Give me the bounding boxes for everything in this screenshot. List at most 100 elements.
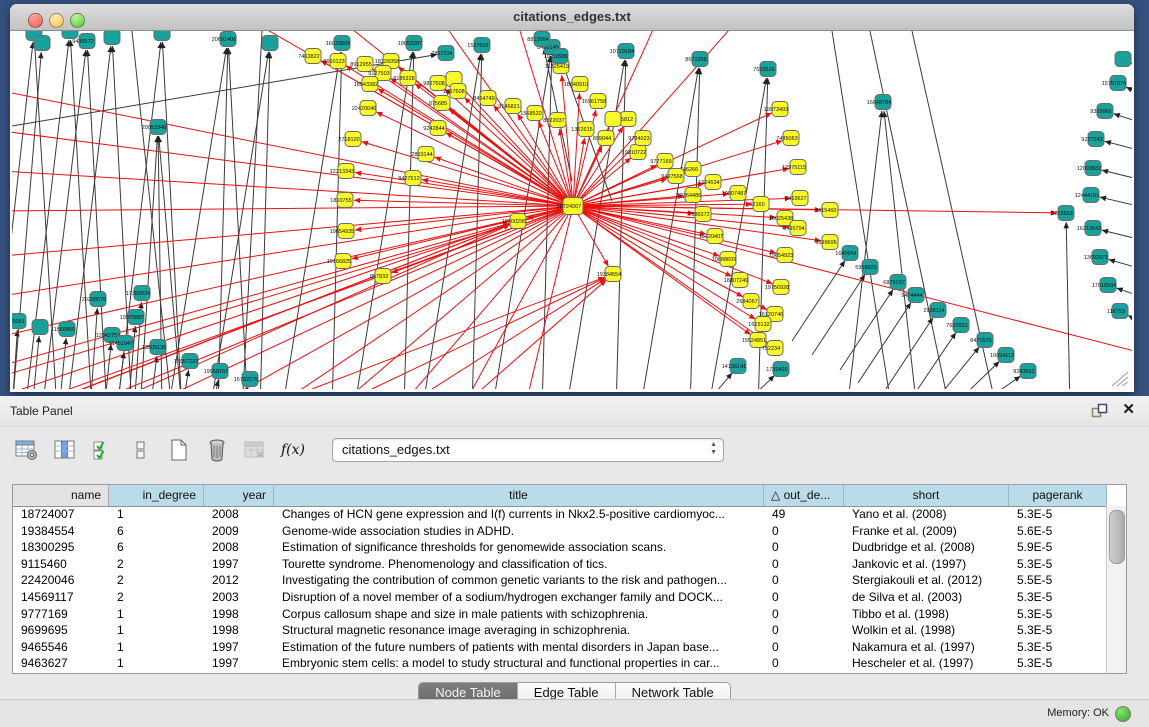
table-cell[interactable]: Hescheler et al. (1997) [844,655,1009,672]
table-cell[interactable]: 0 [764,589,844,606]
graph-node-teal[interactable] [104,31,120,45]
table-cell[interactable]: 5.3E-5 [1009,639,1107,656]
table-row[interactable]: 911546021997Tourette syndrome. Phenomeno… [13,556,1107,573]
table-cell[interactable]: 22420046 [13,572,109,589]
table-cell[interactable]: 1 [109,506,204,523]
table-cell[interactable]: 6 [109,523,204,540]
float-panel-icon[interactable] [1091,403,1108,418]
table-cell[interactable]: 5.9E-5 [1009,539,1107,556]
table-cell[interactable]: 0 [764,606,844,623]
table-cell[interactable]: 5.3E-5 [1009,606,1107,623]
window-resize-grip[interactable] [1108,369,1130,387]
column-header-title[interactable]: title [274,485,764,506]
table-cell[interactable]: 0 [764,523,844,540]
table-cell[interactable]: 5.5E-5 [1009,572,1107,589]
table-cell[interactable]: 2008 [204,506,274,523]
table-cell[interactable]: 9699695 [13,622,109,639]
graph-node-teal[interactable] [154,31,170,41]
function-builder-button[interactable]: f(x) [280,437,306,463]
node-table-body[interactable]: 1872400712008Changes of HCN gene express… [13,506,1107,673]
table-cell[interactable]: 1 [109,655,204,672]
table-cell[interactable]: Genome-wide association studies in ADHD. [274,523,764,540]
show-columns-button[interactable] [52,437,78,463]
table-vertical-scrollbar[interactable] [1106,506,1126,673]
table-row[interactable]: 1938455462009Genome-wide association stu… [13,523,1107,540]
table-cell[interactable]: 0 [764,622,844,639]
table-cell[interactable]: 0 [764,556,844,573]
scrollbar-thumb[interactable] [1109,510,1125,564]
unselect-rows-button[interactable] [128,437,154,463]
network-window-titlebar[interactable]: citations_edges.txt [10,4,1134,31]
table-cell[interactable]: 5.3E-5 [1009,655,1107,672]
graph-node-teal[interactable] [262,36,278,51]
table-cell[interactable]: 5.3E-5 [1009,556,1107,573]
table-cell[interactable]: 1 [109,622,204,639]
table-cell[interactable]: 5.3E-5 [1009,589,1107,606]
table-cell[interactable]: 9777169 [13,606,109,623]
table-cell[interactable]: 1997 [204,556,274,573]
table-cell[interactable]: 2003 [204,589,274,606]
graph-node-teal[interactable] [32,320,48,335]
table-cell[interactable]: 1997 [204,655,274,672]
column-header-name[interactable]: name [13,485,109,506]
select-all-rows-button[interactable] [90,437,116,463]
table-cell[interactable]: 2008 [204,539,274,556]
table-cell[interactable]: Tourette syndrome. Phenomenology and cla… [274,556,764,573]
column-header-in_degree[interactable]: in_degree [109,485,204,506]
graph-node-teal[interactable] [34,36,50,51]
table-cell[interactable]: 5.6E-5 [1009,523,1107,540]
close-panel-icon[interactable]: ✕ [1122,402,1135,418]
table-cell[interactable]: 5.3E-5 [1009,622,1107,639]
table-cell[interactable]: 1 [109,639,204,656]
new-column-button[interactable] [166,437,192,463]
table-cell[interactable]: 1997 [204,639,274,656]
table-cell[interactable]: Changes of HCN gene expression and I(f) … [274,506,764,523]
table-cell[interactable]: 18300295 [13,539,109,556]
table-cell[interactable]: Investigating the contribution of common… [274,572,764,589]
network-view-window[interactable]: citations_edges.txt 18724007866012389129… [10,4,1134,392]
node-table[interactable]: namein_degreeyeartitle△ out_de...shortpa… [12,484,1127,674]
column-header-out_de[interactable]: △ out_de... [764,485,844,506]
graph-node-teal[interactable] [1115,52,1131,67]
table-cell[interactable]: 2 [109,572,204,589]
table-cell[interactable]: 6 [109,539,204,556]
delete-column-button[interactable] [204,437,230,463]
graph-node-yellow[interactable] [605,112,621,127]
table-cell[interactable]: 9115460 [13,556,109,573]
table-cell[interactable]: Disruption of a novel member of a sodium… [274,589,764,606]
column-header-year[interactable]: year [204,485,274,506]
table-row[interactable]: 946554611997Estimation of the future num… [13,639,1107,656]
node-table-header-row[interactable]: namein_degreeyeartitle△ out_de...shortpa… [13,485,1126,507]
table-row[interactable]: 969969511998Structural magnetic resonanc… [13,622,1107,639]
table-row[interactable]: 946362711997Embryonic stem cells: a mode… [13,655,1107,672]
table-settings-button[interactable] [14,437,40,463]
table-cell[interactable]: Dudbridge et al. (2008) [844,539,1009,556]
table-cell[interactable]: 9465546 [13,639,109,656]
table-cell[interactable]: 2012 [204,572,274,589]
table-cell[interactable]: 9463627 [13,655,109,672]
table-cell[interactable]: Wolkin et al. (1998) [844,622,1009,639]
table-cell[interactable]: Embryonic stem cells: a model to study s… [274,655,764,672]
table-cell[interactable]: 1998 [204,606,274,623]
graph-node-teal[interactable] [62,31,78,39]
table-cell[interactable]: de Silva et al. (2003) [844,589,1009,606]
table-row[interactable]: 1456911722003Disruption of a novel membe… [13,589,1107,606]
table-cell[interactable]: 2009 [204,523,274,540]
table-cell[interactable]: 2 [109,589,204,606]
table-cell[interactable]: Stergiakouli et al. (2012) [844,572,1009,589]
table-cell[interactable]: 1 [109,606,204,623]
column-header-pagerank[interactable]: pagerank [1009,485,1107,506]
table-cell[interactable]: Corpus callosum shape and size in male p… [274,606,764,623]
table-cell[interactable]: 0 [764,572,844,589]
column-header-short[interactable]: short [844,485,1009,506]
table-cell[interactable]: 0 [764,655,844,672]
table-cell[interactable]: Jankovic et al. (1997) [844,556,1009,573]
table-cell[interactable]: 2 [109,556,204,573]
table-cell[interactable]: 49 [764,506,844,523]
table-cell[interactable]: 19384554 [13,523,109,540]
table-row[interactable]: 2242004622012Investigating the contribut… [13,572,1107,589]
network-table-select[interactable]: citations_edges.txt ▲▼ [332,438,724,462]
table-cell[interactable]: 5.3E-5 [1009,506,1107,523]
citation-network-graph[interactable]: 1872400786601238912955182260589127503165… [12,31,1132,389]
table-cell[interactable]: Nakamura et al. (1997) [844,639,1009,656]
